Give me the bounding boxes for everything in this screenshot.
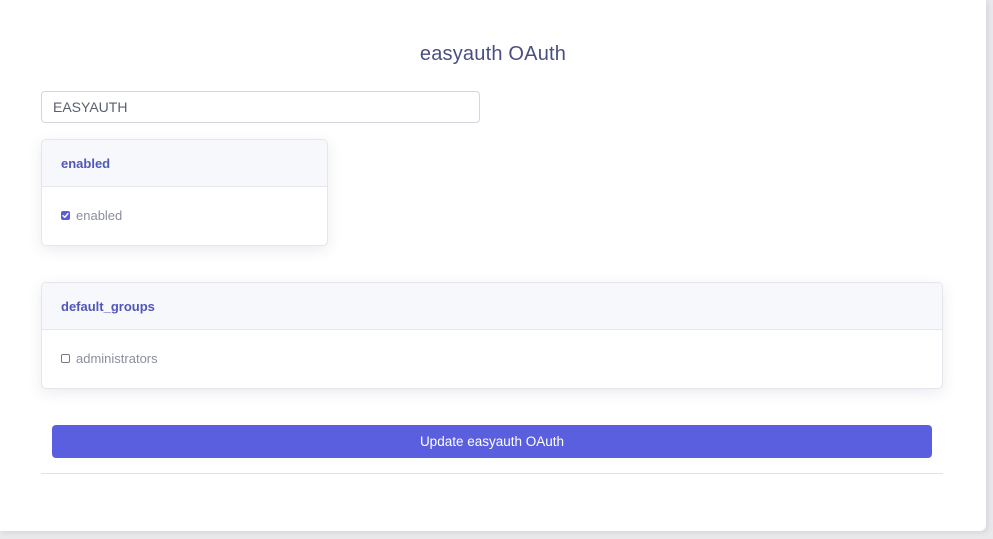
form-page: easyauth OAuth enabled enabled default_g… — [0, 0, 986, 531]
default-groups-card: default_groups administrators — [41, 282, 943, 389]
name-input[interactable] — [41, 91, 480, 123]
group-option-label: administrators — [76, 351, 158, 366]
enabled-card-body: enabled — [42, 187, 327, 244]
enabled-checkbox[interactable] — [61, 211, 70, 220]
divider — [41, 473, 943, 474]
page-title: easyauth OAuth — [419, 43, 567, 65]
enabled-card: enabled enabled — [41, 139, 328, 246]
enabled-option[interactable]: enabled — [61, 187, 308, 244]
checkmark-icon — [62, 212, 69, 218]
enabled-card-header: enabled — [42, 140, 327, 187]
group-option-administrators[interactable]: administrators — [61, 330, 923, 387]
default-groups-card-body: administrators — [42, 330, 942, 387]
update-oauth-button[interactable]: Update easyauth OAuth — [52, 425, 932, 458]
default-groups-card-header: default_groups — [42, 283, 942, 330]
administrators-checkbox[interactable] — [61, 354, 70, 363]
enabled-option-label: enabled — [76, 208, 123, 223]
